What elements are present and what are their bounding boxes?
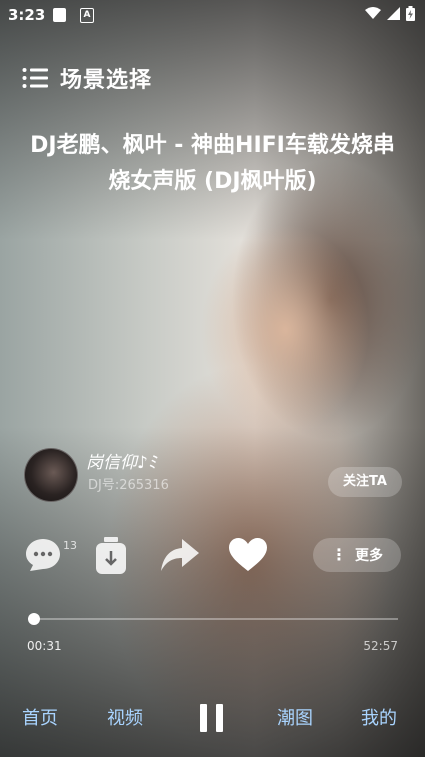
comment-icon[interactable]	[24, 537, 62, 573]
header-title[interactable]: 场景选择	[60, 62, 152, 94]
more-button[interactable]: ⋮ 更多	[313, 538, 401, 572]
more-label: 更多	[355, 548, 383, 564]
battery-icon	[406, 6, 415, 21]
total-time: 52:57	[363, 639, 398, 653]
nav-home[interactable]: 首页	[22, 704, 58, 730]
avatar[interactable]	[24, 448, 78, 502]
current-time: 00:31	[27, 639, 62, 653]
heart-icon[interactable]	[228, 537, 268, 573]
progress-track[interactable]	[27, 613, 398, 625]
progress-thumb[interactable]	[27, 613, 40, 625]
signal-icon	[387, 7, 400, 20]
list-icon[interactable]	[22, 67, 48, 89]
dj-id: DJ号:265316	[88, 478, 169, 493]
share-icon[interactable]	[160, 537, 200, 573]
status-time: 3:23	[8, 6, 46, 24]
a-badge-icon: A	[80, 8, 94, 23]
comment-count: 13	[63, 539, 77, 552]
dj-name[interactable]: 岗信仰♪ﾐ	[86, 448, 156, 473]
scene-select-header[interactable]: 场景选择	[22, 62, 152, 94]
status-bar: 3:23 A	[0, 0, 425, 30]
square-icon	[53, 8, 66, 22]
follow-button[interactable]: 关注TA	[328, 467, 402, 497]
song-title: DJ老鹏、枫叶 - 神曲HIFI车载发烧串烧女声版 (DJ枫叶版)	[30, 133, 395, 194]
download-icon[interactable]	[95, 537, 127, 575]
pause-button[interactable]	[200, 704, 224, 732]
more-dots-icon: ⋮	[331, 545, 347, 564]
nav-mine[interactable]: 我的	[361, 704, 397, 730]
nav-trend[interactable]: 潮图	[277, 704, 313, 730]
wifi-icon	[365, 7, 381, 19]
nav-video[interactable]: 视频	[107, 704, 143, 730]
